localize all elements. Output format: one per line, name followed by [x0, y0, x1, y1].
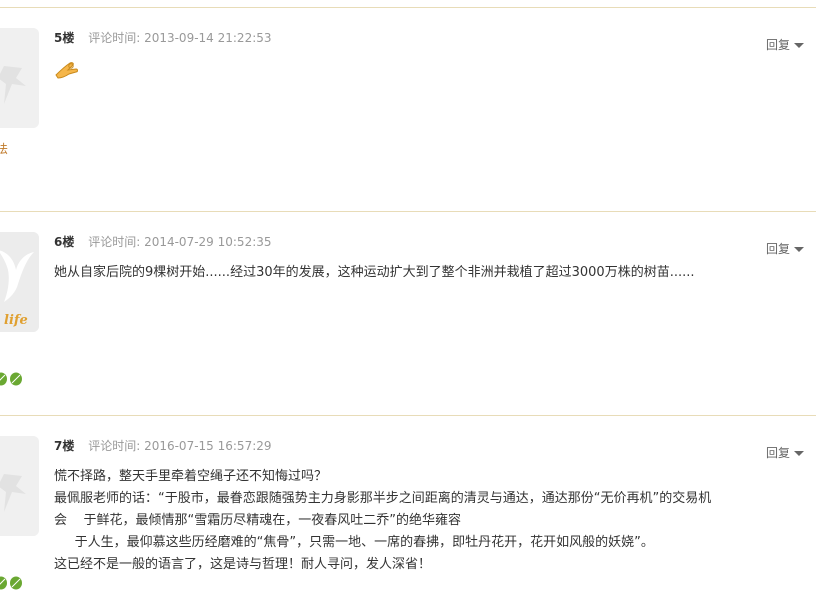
divider [0, 211, 816, 212]
comment-body: 她从自家后院的9棵树开始......经过30年的发展，这种运动扩大到了整个非洲并… [54, 262, 695, 284]
reply-button[interactable]: 回复 [766, 444, 804, 461]
comment-time: 2016-07-15 16:57:29 [144, 439, 272, 453]
comment-line: 会 于鲜花，最倾情那“雪霜历尽精魂在，一夜春风吐二乔”的绝华雍容 [54, 513, 461, 528]
comment-line: 慌不择路，整天手里牵着空绳子还不知悔过吗？ [54, 469, 328, 484]
comment-line: 这已经不是一般的语言了，这是诗与哲理！耐人寻问，发人深省！ [54, 557, 432, 572]
reply-label: 回复 [765, 38, 790, 52]
reply-label: 回复 [765, 446, 790, 460]
leaf-badge-icon [10, 372, 22, 386]
comment-meta: 6楼 评论时间: 2014-07-29 10:52:35 [54, 235, 272, 249]
avatar-life-text: life [4, 313, 28, 328]
divider [0, 415, 816, 416]
avatar[interactable] [0, 436, 39, 536]
comment-line: 她从自家后院的9棵树开始......经过30年的发展，这种运动扩大到了整个非洲并… [54, 265, 695, 280]
floor-number: 7楼 [54, 439, 75, 453]
floor-number: 5楼 [54, 31, 75, 45]
reply-button[interactable]: 回复 [766, 36, 804, 53]
reply-button[interactable]: 回复 [766, 240, 804, 257]
caret-down-icon [794, 43, 804, 48]
caret-down-icon [794, 451, 804, 456]
user-name-fragment[interactable]: 法 [0, 140, 8, 157]
floor-number: 6楼 [54, 235, 75, 249]
time-label: 评论时间: [88, 439, 141, 453]
caret-down-icon [794, 247, 804, 252]
time-label: 评论时间: [88, 235, 141, 249]
comment-meta: 5楼 评论时间: 2013-09-14 21:22:53 [54, 31, 272, 45]
leaf-badge-icon [10, 576, 22, 590]
user-badges [0, 372, 23, 386]
avatar[interactable]: life [0, 232, 39, 332]
comment-body: 慌不择路，整天手里牵着空绳子还不知悔过吗？ 最佩服老师的话：“于股市，最眷恋跟随… [54, 466, 711, 576]
user-badges [0, 576, 23, 590]
leaf-badge-icon [0, 372, 7, 386]
leaf-badge-icon [0, 576, 7, 590]
comment-meta: 7楼 评论时间: 2016-07-15 16:57:29 [54, 439, 272, 453]
comment-time: 2013-09-14 21:22:53 [144, 31, 272, 45]
comment-line: 最佩服老师的话：“于股市，最眷恋跟随强势主力身影那半步之间距离的清灵与通达，通达… [54, 491, 712, 506]
ok-hand-emoji-icon [54, 57, 80, 85]
comment-time: 2014-07-29 10:52:35 [144, 235, 272, 249]
comment-line: 于人生，最仰慕这些历经磨难的“焦骨”，只需一地、一席的春拂，即牡丹花开，花开如风… [54, 535, 654, 550]
divider [0, 7, 816, 8]
comment-list: 法 5楼 评论时间: 2013-09-14 21:22:53 回复 life 6… [0, 0, 816, 592]
time-label: 评论时间: [88, 31, 141, 45]
reply-label: 回复 [765, 242, 790, 256]
avatar[interactable] [0, 28, 39, 128]
